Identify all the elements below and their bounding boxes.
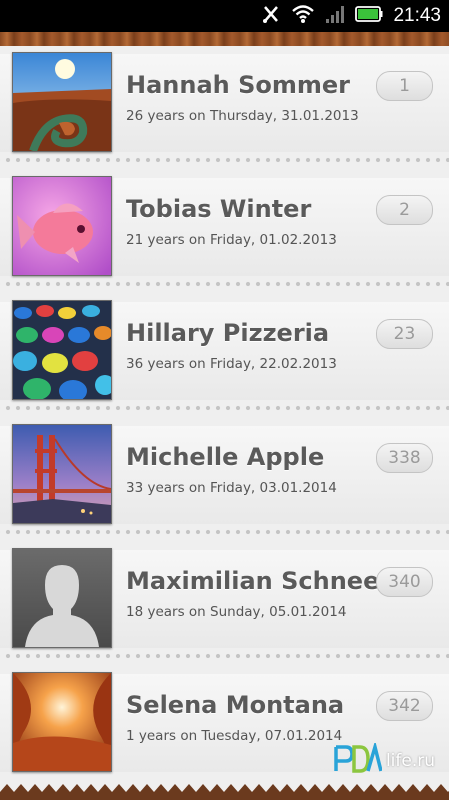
antelope-canyon-photo [12,672,112,772]
torn-paper-edge [0,784,449,800]
contact-detail: 1 years on Tuesday, 07.01.2014 [126,728,343,744]
divider [0,528,449,536]
contact-detail: 18 years on Sunday, 05.01.2014 [126,604,347,620]
watermark: life.ru [334,740,435,779]
days-badge: 338 [376,443,433,473]
list-item[interactable]: Maximilian Schnee 18 years on Sunday, 05… [0,542,449,666]
days-badge: 1 [376,71,433,101]
battery-icon [355,5,383,27]
wifi-icon [291,4,315,28]
contact-detail: 21 years on Friday, 01.02.2013 [126,232,337,248]
clock: 21:43 [393,5,441,26]
pda-logo-icon [334,740,383,779]
contact-name: Maximilian Schnee [126,567,380,595]
contact-detail: 33 years on Friday, 03.01.2014 [126,480,337,496]
list-item[interactable]: Tobias Winter 21 years on Friday, 01.02.… [0,170,449,294]
contact-name: Hannah Sommer [126,71,350,99]
divider [0,404,449,412]
vibrate-icon [261,4,281,28]
pink-fish-photo [12,176,112,276]
contact-name: Selena Montana [126,691,345,719]
list-item[interactable]: Michelle Apple 33 years on Friday, 03.01… [0,418,449,542]
watermark-text: life.ru [385,751,435,771]
contact-name: Michelle Apple [126,443,325,471]
divider [0,652,449,660]
days-badge: 2 [376,195,433,225]
divider [0,156,449,164]
signal-icon [325,4,345,28]
canyon-photo [12,52,112,152]
days-badge: 342 [376,691,433,721]
contact-detail: 26 years on Thursday, 31.01.2013 [126,108,359,124]
status-bar: 21:43 [0,0,449,32]
contact-detail: 36 years on Friday, 22.02.2013 [126,356,337,372]
list-item[interactable]: Hannah Sommer 26 years on Thursday, 31.0… [0,46,449,170]
divider [0,280,449,288]
contact-list[interactable]: Hannah Sommer 26 years on Thursday, 31.0… [0,46,449,800]
list-item[interactable]: Hillary Pizzeria 36 years on Friday, 22.… [0,294,449,418]
default-avatar [12,548,112,648]
days-badge: 23 [376,319,433,349]
contact-name: Tobias Winter [126,195,312,223]
contact-name: Hillary Pizzeria [126,319,330,347]
days-badge: 340 [376,567,433,597]
golden-gate-bridge-photo [12,424,112,524]
colorful-spheres-photo [12,300,112,400]
